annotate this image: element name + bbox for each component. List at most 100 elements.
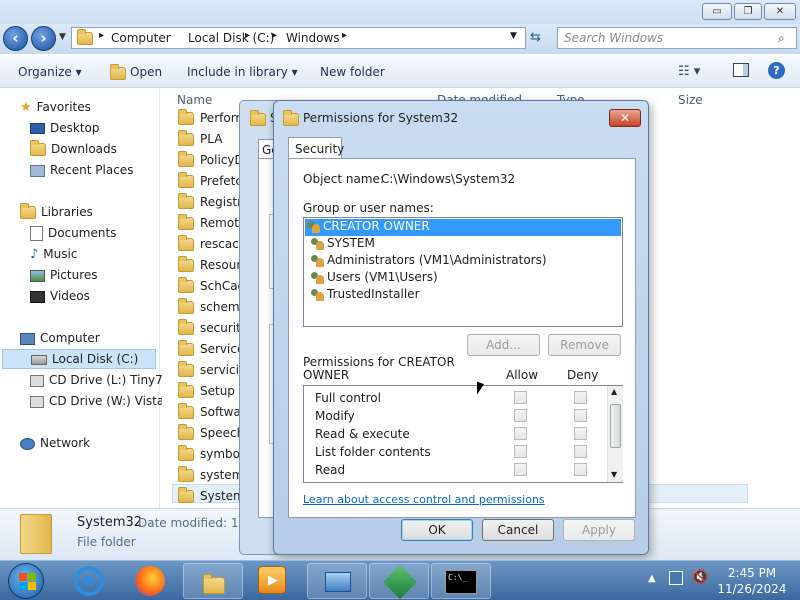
nav-desktop[interactable]: Desktop bbox=[30, 121, 100, 135]
user-item-trustedinstaller[interactable]: TrustedInstaller bbox=[309, 287, 420, 304]
list-item[interactable]: Perform bbox=[178, 109, 247, 125]
tab-security[interactable]: Security bbox=[288, 137, 344, 159]
deny-checkbox[interactable] bbox=[574, 427, 587, 440]
internet-explorer-icon[interactable]: e bbox=[74, 566, 104, 596]
list-item[interactable]: rescach bbox=[178, 235, 246, 251]
clock[interactable]: 2:45 PM 11/26/2024 bbox=[716, 565, 788, 597]
folder-icon bbox=[178, 130, 194, 146]
user-item-administrators[interactable]: Administrators (VM1\Administrators) bbox=[309, 253, 547, 270]
minimize-button[interactable]: ▭ bbox=[702, 3, 732, 20]
address-dropdown-icon[interactable]: ▼ bbox=[510, 31, 517, 41]
allow-checkbox[interactable] bbox=[514, 391, 527, 404]
view-options-icon[interactable]: ☷ ▾ bbox=[678, 64, 700, 79]
taskbar-cmd-button[interactable]: C:\_ bbox=[431, 563, 491, 599]
control-panel-icon bbox=[325, 572, 351, 592]
show-hidden-icons[interactable]: ▲ bbox=[648, 573, 656, 584]
breadcrumb-separator-icon: ▸ bbox=[272, 30, 278, 41]
list-item[interactable]: Resourc bbox=[178, 256, 248, 272]
folder-icon bbox=[178, 109, 194, 125]
nav-documents[interactable]: Documents bbox=[30, 226, 116, 241]
column-header-size[interactable]: Size bbox=[678, 93, 703, 107]
permissions-dialog[interactable]: Permissions for System32 ✕ Security Obje… bbox=[273, 100, 649, 555]
ok-button[interactable]: OK bbox=[401, 519, 473, 541]
list-item[interactable]: security bbox=[178, 319, 248, 335]
scroll-down-icon[interactable]: ▼ bbox=[611, 470, 617, 479]
allow-checkbox[interactable] bbox=[514, 445, 527, 458]
close-button[interactable]: ✕ bbox=[764, 3, 796, 20]
nav-cd-drive-l[interactable]: CD Drive (L:) Tiny7 x bbox=[30, 373, 174, 387]
column-header-name[interactable]: Name bbox=[177, 93, 212, 107]
address-box[interactable]: ▸ Computer ▸ Local Disk (C:) ▸ Windows ▸… bbox=[71, 27, 526, 49]
organize-button[interactable]: Organize ▾ bbox=[18, 65, 82, 79]
nav-recent-places[interactable]: Recent Places bbox=[30, 163, 133, 177]
search-input[interactable]: Search Windows bbox=[557, 27, 797, 49]
refresh-icon[interactable]: ⇆ bbox=[530, 30, 541, 45]
user-item-creator-owner[interactable]: CREATOR OWNER bbox=[305, 219, 621, 236]
list-item[interactable]: schema bbox=[178, 298, 247, 314]
list-item[interactable]: Remote bbox=[178, 214, 246, 230]
include-in-library-button[interactable]: Include in library ▾ bbox=[187, 65, 298, 79]
deny-checkbox[interactable] bbox=[574, 463, 587, 476]
preview-pane-icon[interactable] bbox=[733, 63, 749, 77]
list-item[interactable]: servicin bbox=[178, 361, 247, 377]
network-tray-icon[interactable] bbox=[669, 571, 683, 585]
scrollbar-thumb[interactable] bbox=[610, 404, 621, 448]
add-button[interactable]: Add... bbox=[467, 334, 540, 356]
folder-icon bbox=[178, 151, 194, 167]
allow-checkbox[interactable] bbox=[514, 427, 527, 440]
nav-cd-drive-w[interactable]: CD Drive (W:) VistaL bbox=[30, 394, 171, 408]
nav-pictures[interactable]: Pictures bbox=[30, 268, 98, 282]
media-player-icon[interactable]: ▶ bbox=[258, 566, 286, 594]
open-button[interactable]: Open bbox=[130, 65, 162, 79]
help-icon[interactable]: ? bbox=[768, 62, 785, 79]
nav-network[interactable]: Network bbox=[20, 436, 90, 450]
breadcrumb-windows[interactable]: Windows bbox=[286, 31, 340, 45]
scroll-up-icon[interactable]: ▲ bbox=[611, 387, 617, 396]
list-item[interactable]: Softwar bbox=[178, 403, 246, 419]
close-button[interactable]: ✕ bbox=[609, 109, 641, 127]
disk-icon bbox=[31, 354, 47, 365]
list-item[interactable]: PolicyD bbox=[178, 151, 244, 167]
back-button[interactable]: ‹ bbox=[3, 26, 28, 51]
deny-checkbox[interactable] bbox=[574, 409, 587, 422]
new-folder-button[interactable]: New folder bbox=[320, 65, 385, 79]
remove-button[interactable]: Remove bbox=[548, 334, 621, 356]
taskbar-app-button[interactable] bbox=[369, 563, 429, 599]
access-control-link[interactable]: Learn about access control and permissio… bbox=[303, 493, 545, 506]
breadcrumb-computer[interactable]: Computer bbox=[111, 31, 171, 45]
firefox-icon[interactable] bbox=[135, 566, 165, 596]
cancel-button[interactable]: Cancel bbox=[482, 519, 554, 541]
explorer-icon bbox=[203, 574, 225, 594]
allow-checkbox[interactable] bbox=[514, 409, 527, 422]
taskbar-explorer-button[interactable] bbox=[183, 563, 243, 599]
recent-pages-chevron-icon[interactable]: ▼ bbox=[59, 32, 66, 42]
restore-button[interactable]: ❐ bbox=[734, 3, 762, 20]
list-item[interactable]: system bbox=[178, 466, 243, 482]
nav-local-disk[interactable]: Local Disk (C:) bbox=[2, 349, 156, 369]
start-button[interactable] bbox=[8, 563, 44, 599]
list-item[interactable]: Speech bbox=[178, 424, 244, 440]
deny-checkbox[interactable] bbox=[574, 445, 587, 458]
list-item[interactable]: PLA bbox=[178, 130, 222, 146]
deny-header: Deny bbox=[567, 368, 599, 382]
breadcrumb-local-disk[interactable]: Local Disk (C:) bbox=[188, 31, 274, 45]
permissions-scrollbar[interactable]: ▲ ▼ bbox=[607, 386, 623, 482]
volume-muted-icon[interactable]: 🔇 bbox=[692, 570, 708, 585]
nav-favorites[interactable]: ★ Favorites bbox=[20, 100, 91, 115]
nav-libraries[interactable]: Libraries bbox=[20, 203, 93, 219]
nav-downloads[interactable]: Downloads bbox=[30, 140, 117, 156]
user-list[interactable]: CREATOR OWNER SYSTEM Administrators (VM1… bbox=[303, 217, 623, 327]
nav-label: Music bbox=[43, 247, 78, 261]
forward-button[interactable]: › bbox=[31, 26, 56, 51]
nav-computer[interactable]: Computer bbox=[20, 331, 100, 345]
open-folder-icon bbox=[110, 64, 126, 80]
user-item-system[interactable]: SYSTEM bbox=[309, 236, 375, 253]
list-item[interactable]: Setup bbox=[178, 382, 235, 398]
deny-checkbox[interactable] bbox=[574, 391, 587, 404]
taskbar-control-panel-button[interactable] bbox=[307, 563, 367, 599]
allow-checkbox[interactable] bbox=[514, 463, 527, 476]
nav-videos[interactable]: Videos bbox=[30, 289, 90, 303]
apply-button[interactable]: Apply bbox=[563, 519, 635, 541]
user-item-users[interactable]: Users (VM1\Users) bbox=[309, 270, 438, 287]
nav-music[interactable]: ♪ Music bbox=[30, 247, 77, 262]
